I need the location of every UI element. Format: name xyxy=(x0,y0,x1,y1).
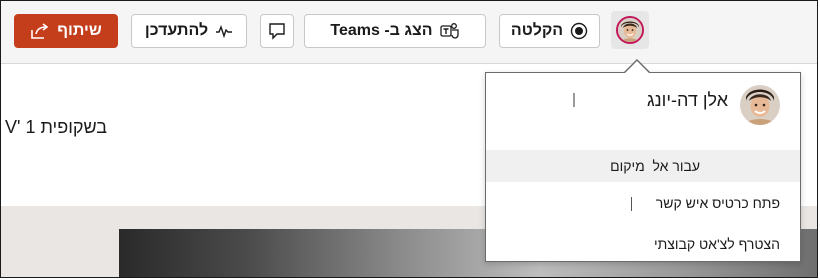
share-icon xyxy=(30,22,50,40)
avatar xyxy=(616,16,644,44)
go-to-location-label: עבור אל מיקום xyxy=(610,158,700,174)
share-label: שיתוף xyxy=(57,22,102,39)
card-pointer-fill xyxy=(625,61,649,73)
teams-icon xyxy=(439,22,460,40)
text-cursor xyxy=(573,93,575,107)
user-avatar-button[interactable] xyxy=(611,11,649,49)
record-label: הקלטה xyxy=(510,22,564,39)
join-group-chat-item[interactable]: הצטרף לצ'אט קבוצתי xyxy=(486,228,800,260)
profile-avatar xyxy=(740,85,780,125)
app-window: שיתוף להתעדכן הצג ב- Teams הקלטה בשקופית… xyxy=(0,0,818,278)
profile-card: אלן דה-יונג עבור אל מיקום פתח כרטיס איש … xyxy=(485,72,801,262)
join-group-chat-label: הצטרף לצ'אט קבוצתי xyxy=(653,236,780,252)
share-button[interactable]: שיתוף xyxy=(14,14,118,48)
activity-icon xyxy=(215,24,233,38)
record-button[interactable]: הקלטה xyxy=(499,14,600,48)
comment-button[interactable] xyxy=(260,14,294,48)
open-contact-card-label: פתח כרטיס איש קשר xyxy=(655,195,780,211)
contact-name: אלן דה-יונג xyxy=(647,90,728,110)
profile-card-header: אלן דה-יונג xyxy=(486,73,800,147)
top-toolbar: שיתוף להתעדכן הצג ב- Teams הקלטה xyxy=(1,1,817,64)
catchup-button[interactable]: להתעדכן xyxy=(131,14,247,48)
catchup-label: להתעדכן xyxy=(144,22,209,39)
open-contact-card-item[interactable]: פתח כרטיס איש קשר xyxy=(486,187,800,219)
go-to-location-item[interactable]: עבור אל מיקום xyxy=(486,150,800,182)
text-cursor xyxy=(631,197,632,211)
slide-location-label: בשקופית 1 'V xyxy=(5,117,108,137)
comment-icon xyxy=(268,22,286,40)
record-icon xyxy=(570,22,588,40)
present-in-teams-label: הצג ב- Teams xyxy=(330,22,433,39)
present-in-teams-button[interactable]: הצג ב- Teams xyxy=(304,14,486,48)
